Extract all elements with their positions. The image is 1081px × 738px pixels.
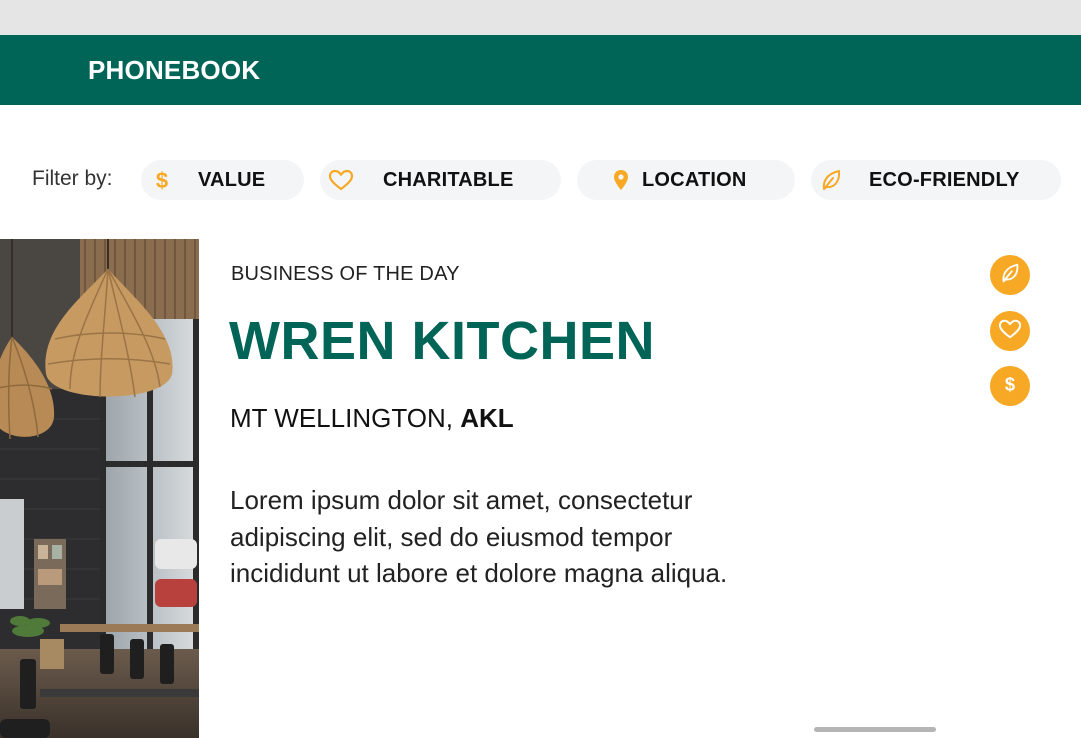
status-bar <box>0 0 1081 35</box>
business-photo <box>0 239 199 738</box>
dollar-icon: $ <box>150 168 174 193</box>
leaf-icon <box>819 168 843 192</box>
heart-icon <box>328 168 354 192</box>
filter-label: Filter by: <box>32 167 113 190</box>
home-indicator[interactable] <box>814 727 936 732</box>
dollar-icon: $ <box>999 373 1021 400</box>
business-region: AKL <box>460 403 514 433</box>
map-pin-icon <box>609 168 633 192</box>
filter-chip-charitable[interactable]: CHARITABLE <box>320 160 561 200</box>
eco-friendly-badge <box>990 255 1030 295</box>
value-badge: $ <box>990 366 1030 406</box>
heart-icon <box>998 318 1022 345</box>
charitable-badge <box>990 311 1030 351</box>
filter-chip-value[interactable]: $ VALUE <box>141 160 304 200</box>
business-suburb: MT WELLINGTON, <box>230 403 461 433</box>
filter-chip-eco-friendly[interactable]: ECO-FRIENDLY <box>811 160 1061 200</box>
filter-chip-label: VALUE <box>198 169 266 191</box>
section-eyebrow: BUSINESS OF THE DAY <box>231 263 460 285</box>
filter-chip-location[interactable]: LOCATION <box>577 160 795 200</box>
filter-chip-label: LOCATION <box>642 169 747 191</box>
app-header: PHONEBOOK <box>0 35 1081 105</box>
leaf-icon <box>999 262 1021 289</box>
filter-chip-label: CHARITABLE <box>383 169 514 191</box>
svg-text:$: $ <box>156 168 168 192</box>
business-location: MT WELLINGTON, AKL <box>230 403 514 434</box>
svg-text:$: $ <box>1005 373 1015 394</box>
business-name: WREN KITCHEN <box>229 311 655 371</box>
filter-chip-label: ECO-FRIENDLY <box>869 169 1020 191</box>
business-description: Lorem ipsum dolor sit amet, consectetur … <box>230 485 728 588</box>
app-title: PHONEBOOK <box>88 55 261 85</box>
